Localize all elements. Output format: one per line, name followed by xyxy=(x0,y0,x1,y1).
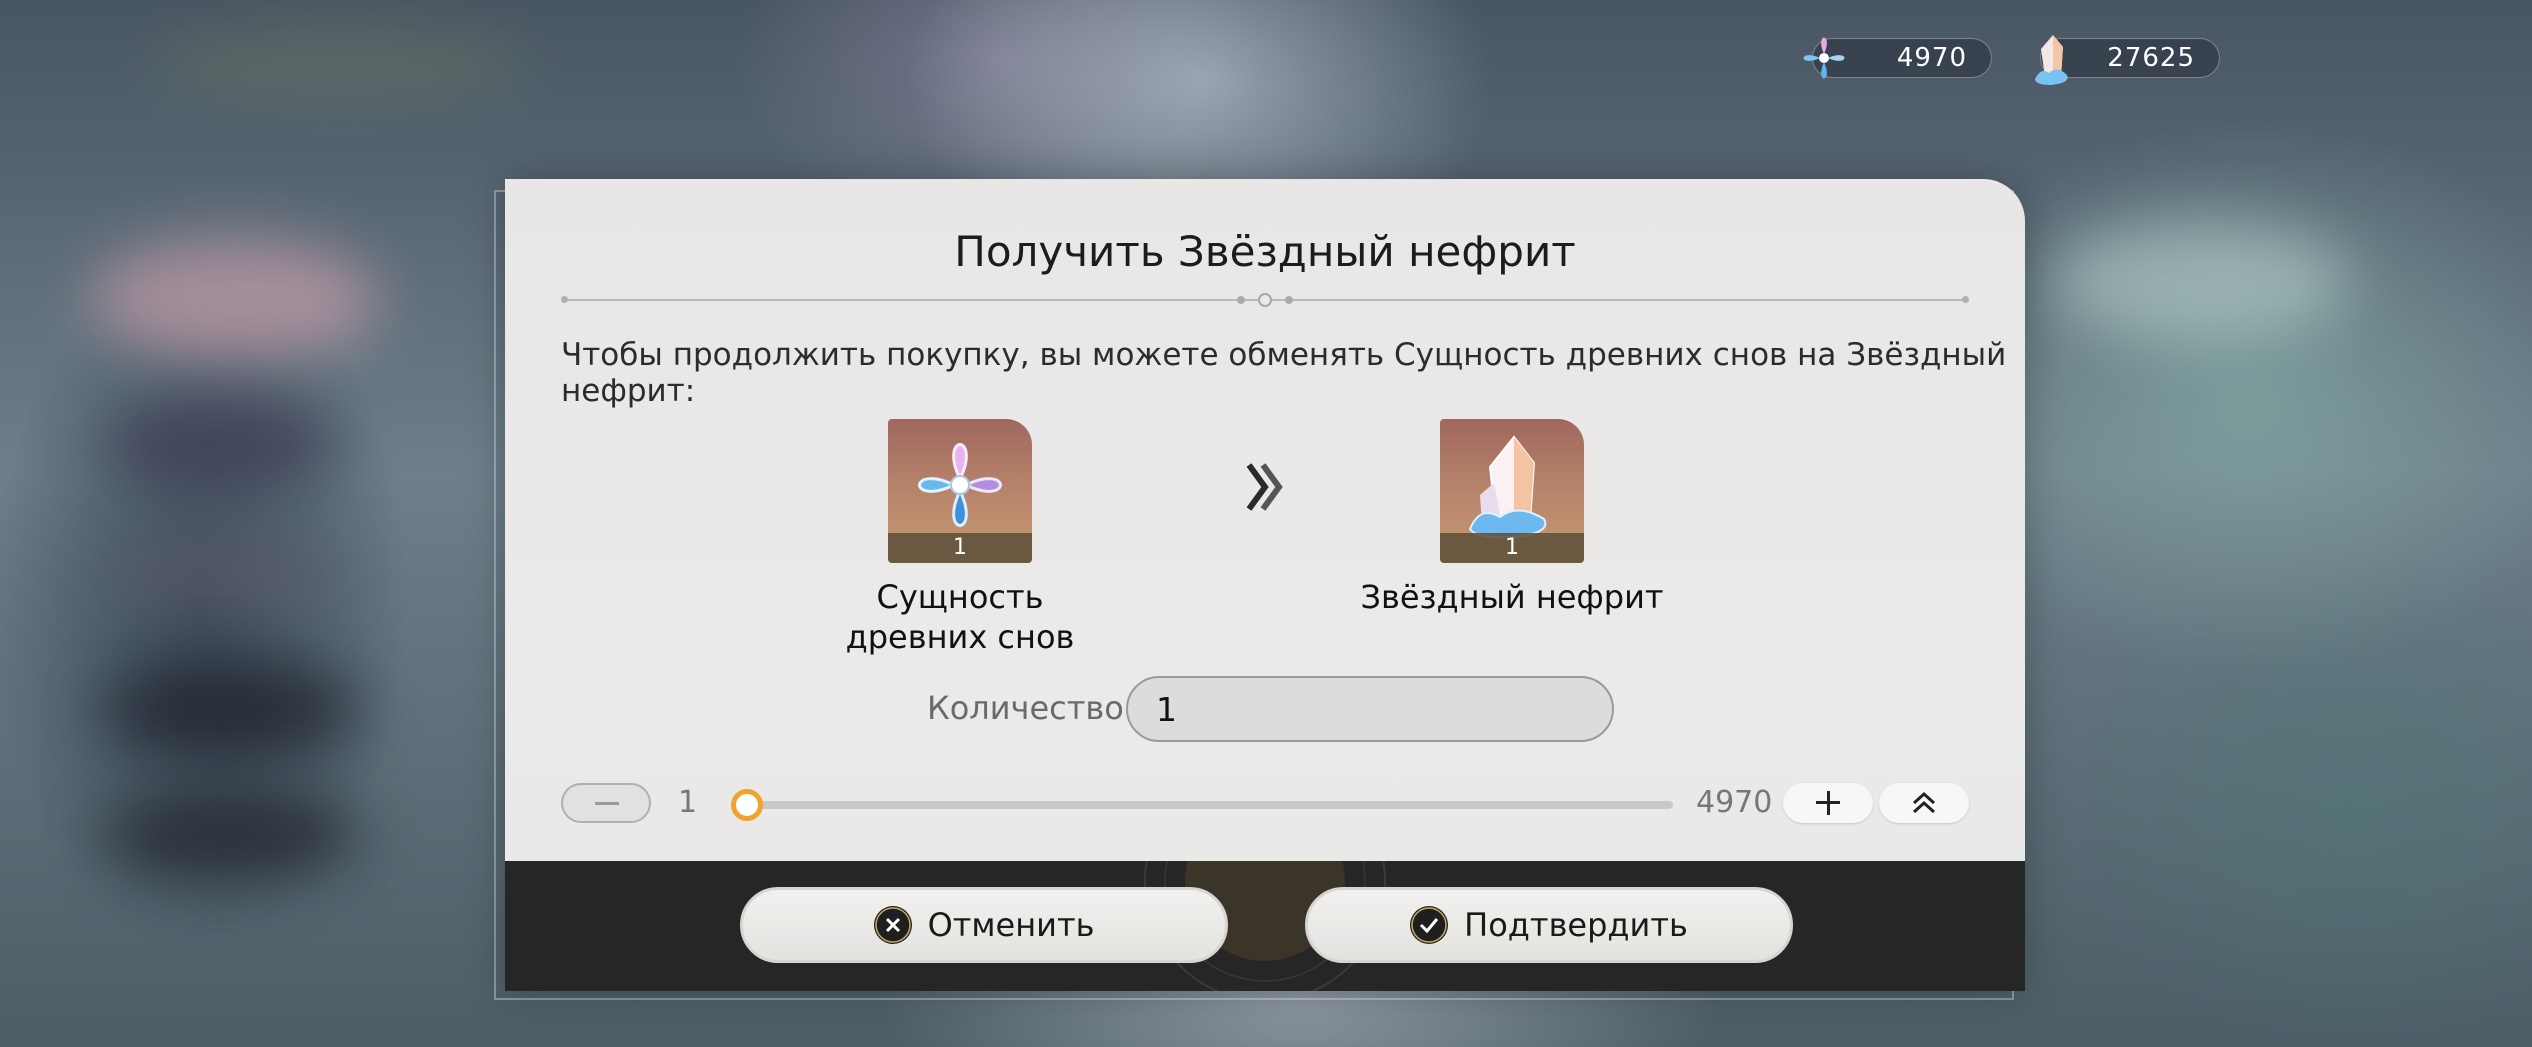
slider-max-label: 4970 xyxy=(1696,785,1773,820)
dialog-footer: Отменить Подтвердить xyxy=(505,861,2025,991)
essence-currency-display: 4970 xyxy=(1803,37,1992,79)
exchange-dialog: Получить Звёздный нефрит Чтобы продолжит… xyxy=(505,179,2025,991)
stellar-jade-icon xyxy=(2035,35,2068,85)
quantity-slider-row: 1 4970 xyxy=(561,783,1969,827)
cancel-button-label: Отменить xyxy=(927,906,1095,944)
jade-amount: 27625 xyxy=(2107,43,2195,73)
decrease-button[interactable] xyxy=(561,783,651,823)
source-item-quantity: 1 xyxy=(888,533,1032,563)
stellar-jade-icon xyxy=(1468,435,1547,539)
check-icon xyxy=(1410,906,1449,944)
title-divider xyxy=(561,293,1969,307)
jade-currency-display: 27625 xyxy=(2035,35,2220,85)
close-icon xyxy=(873,906,912,944)
confirm-button[interactable]: Подтвердить xyxy=(1305,887,1793,963)
source-item-name: Сущность древних снов xyxy=(845,578,1075,656)
source-item: 1 Сущность древних снов xyxy=(805,419,1115,657)
dream-essence-icon xyxy=(1803,37,1845,79)
quantity-input[interactable]: 1 xyxy=(1126,676,1614,742)
dialog-description: Чтобы продолжить покупку, вы можете обме… xyxy=(561,337,2007,409)
quantity-input-value: 1 xyxy=(1156,689,1177,729)
dream-essence-icon xyxy=(918,443,1002,527)
target-item-quantity: 1 xyxy=(1440,533,1584,563)
quantity-slider-handle[interactable] xyxy=(731,789,763,821)
slider-min-label: 1 xyxy=(678,785,698,820)
target-item: 1 Звёздный нефрит xyxy=(1357,419,1667,617)
target-item-name: Звёздный нефрит xyxy=(1360,578,1664,616)
source-item-card: 1 xyxy=(888,419,1032,563)
dialog-title: Получить Звёздный нефрит xyxy=(954,227,1576,276)
cancel-button[interactable]: Отменить xyxy=(740,887,1228,963)
max-quantity-button[interactable] xyxy=(1879,783,1969,823)
double-chevron-up-icon xyxy=(1912,791,1936,814)
confirm-button-label: Подтвердить xyxy=(1464,906,1688,944)
target-item-card: 1 xyxy=(1440,419,1584,563)
double-chevron-right-icon xyxy=(1246,463,1283,511)
increase-button[interactable] xyxy=(1783,783,1873,823)
quantity-slider-track[interactable] xyxy=(731,789,1673,821)
quantity-label: Количество: xyxy=(927,689,1135,727)
essence-amount: 4970 xyxy=(1896,43,1967,73)
